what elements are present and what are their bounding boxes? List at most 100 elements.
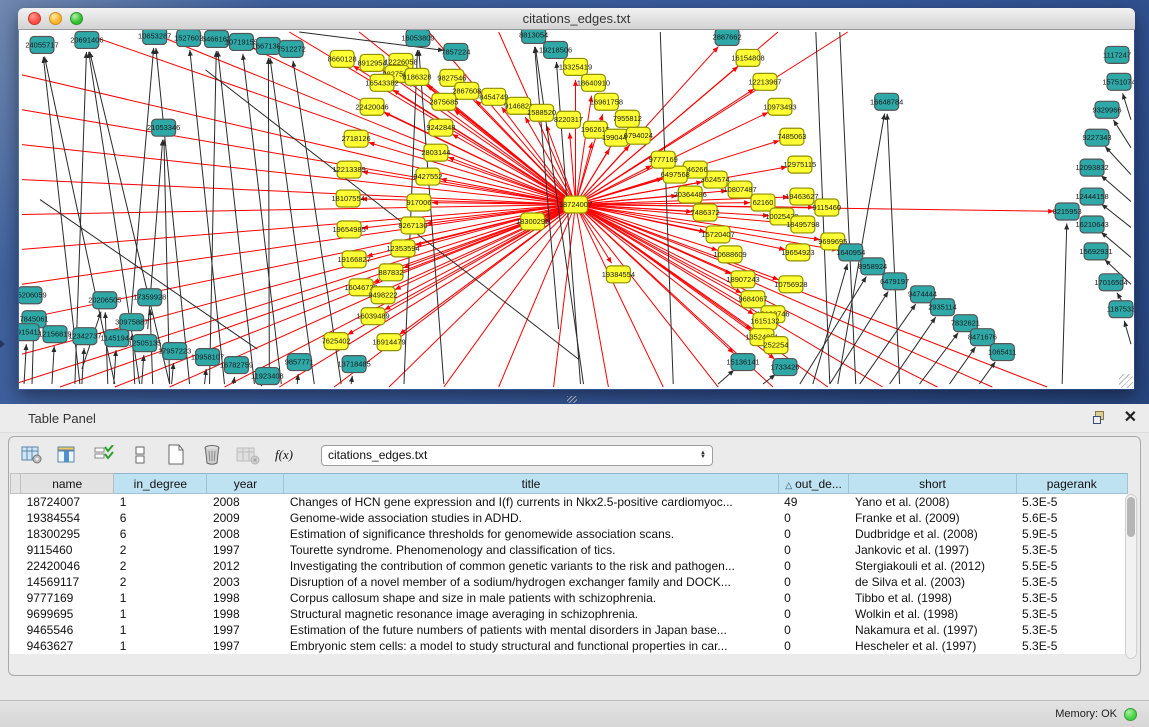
column-header-year[interactable]: year [207, 474, 284, 494]
network-node-2875685[interactable]: 2875685 [429, 93, 458, 110]
network-node-30975887[interactable]: 30975887 [115, 314, 148, 331]
network-node-9498222[interactable]: 9498222 [368, 287, 397, 304]
trash-icon[interactable] [199, 443, 225, 467]
table-source-select[interactable]: citations_edges.txt ▲▼ [321, 445, 713, 466]
table-row[interactable]: 1456911722003Disruption of a novel membe… [11, 574, 1128, 590]
network-node-17957223[interactable]: 17957223 [158, 343, 191, 360]
column-header-pagerank[interactable]: pagerank [1016, 474, 1127, 494]
network-node-16961758[interactable]: 16961758 [590, 93, 623, 110]
network-node-9427552[interactable]: 9427552 [413, 168, 442, 185]
table-row[interactable]: 1938455462009Genome-wide association stu… [11, 510, 1128, 526]
network-node-252254[interactable]: 252254 [763, 337, 788, 354]
network-node-16782759[interactable]: 16782759 [220, 357, 253, 374]
network-node-7625402[interactable]: 7625402 [322, 333, 351, 350]
network-node-8186328[interactable]: 8186328 [402, 68, 431, 85]
network-node-1117247[interactable]: 1117247 [1103, 46, 1131, 63]
table-row[interactable]: 911546021997Tourette syndrome. Phenomeno… [11, 542, 1128, 558]
network-node-8471676[interactable]: 8471676 [968, 329, 997, 346]
column-header-short[interactable]: short [849, 474, 1016, 494]
network-node-18724007[interactable]: 18724007 [559, 196, 592, 213]
network-node-1527602[interactable]: 1527602 [174, 30, 203, 46]
network-node-12213967[interactable]: 12213967 [748, 73, 781, 90]
network-node-917006[interactable]: 917006 [406, 194, 431, 211]
network-node-7486372[interactable]: 7486372 [691, 204, 720, 221]
network-node-12353594[interactable]: 12353594 [386, 240, 419, 257]
network-node-19166827[interactable]: 19166827 [338, 251, 371, 268]
network-node-16914479[interactable]: 16914479 [372, 334, 405, 351]
network-node-12093832[interactable]: 12093832 [1075, 159, 1108, 176]
table-row[interactable]: 1830029562008Estimation of significance … [11, 526, 1128, 542]
network-node-12975115[interactable]: 12975115 [784, 156, 817, 173]
network-node-18107554[interactable]: 18107554 [332, 190, 365, 207]
float-panel-icon[interactable] [1093, 411, 1108, 426]
column-header-title[interactable]: title [284, 474, 778, 494]
network-node-1640954[interactable]: 1640954 [836, 244, 865, 261]
network-node-18495798[interactable]: 18495798 [786, 216, 819, 233]
table-row[interactable]: 969969511998Structural magnetic resonanc… [11, 606, 1128, 622]
splitter-grip[interactable] [567, 396, 577, 403]
network-node-15751074[interactable]: 15751074 [1102, 73, 1134, 90]
network-node-15720407[interactable]: 15720407 [701, 226, 734, 243]
network-node-6479197[interactable]: 6479197 [880, 273, 909, 290]
network-node-1588520[interactable]: 1588520 [527, 104, 556, 121]
network-node-9684067[interactable]: 9684067 [738, 291, 767, 308]
network-node-9857771[interactable]: 9857771 [285, 354, 314, 371]
network-node-8958924[interactable]: 8958924 [858, 258, 887, 275]
network-node-16039489[interactable]: 16039489 [356, 308, 389, 325]
network-node-13718485[interactable]: 13718485 [338, 356, 371, 373]
network-window-titlebar[interactable]: citations_edges.txt [18, 8, 1135, 30]
network-node-10973493[interactable]: 10973493 [763, 98, 796, 115]
network-node-8220317[interactable]: 8220317 [554, 111, 583, 128]
resize-grip-icon[interactable] [1119, 374, 1133, 388]
network-node-9115460[interactable]: 9115460 [813, 199, 842, 216]
network-node-22420046[interactable]: 22420046 [355, 98, 388, 115]
network-node-1733426[interactable]: 1733426 [770, 359, 799, 376]
network-node-1615132[interactable]: 1615132 [750, 313, 779, 330]
network-node-17016504[interactable]: 17016504 [1094, 274, 1127, 291]
network-node-18300295[interactable]: 18300295 [516, 213, 549, 230]
network-node-8660128[interactable]: 8660128 [328, 50, 357, 67]
network-node-2887662[interactable]: 2887662 [713, 30, 742, 45]
network-node-10653287[interactable]: 10653287 [138, 30, 171, 44]
network-node-20691406[interactable]: 20691406 [70, 31, 103, 48]
network-node-7857224[interactable]: 7857224 [441, 43, 470, 60]
column-header-name[interactable]: name [21, 474, 114, 494]
network-node-9227343[interactable]: 9227343 [1083, 129, 1112, 146]
column-edit-icon[interactable] [55, 443, 81, 467]
network-node-10756928[interactable]: 10756928 [774, 276, 807, 293]
scrollbar-thumb[interactable] [1127, 497, 1135, 537]
network-node-2718126[interactable]: 2718126 [342, 130, 371, 147]
select-rows-icon[interactable] [91, 443, 117, 467]
network-node-16053809[interactable]: 16053809 [401, 30, 434, 46]
network-node-7955812[interactable]: 7955812 [613, 110, 642, 127]
network-node-8215953[interactable]: 8215953 [1053, 203, 1082, 220]
network-node-19654985[interactable]: 19654985 [333, 221, 366, 238]
table-row[interactable]: 2242004622012Investigating the contribut… [11, 558, 1128, 574]
network-node-8267130[interactable]: 8267130 [398, 217, 427, 234]
network-node-20364486[interactable]: 20364486 [674, 186, 707, 203]
network-node-12213389[interactable]: 12213389 [333, 161, 366, 178]
network-node-25206059[interactable]: 25206059 [19, 287, 47, 304]
network-node-12444158[interactable]: 12444158 [1075, 188, 1108, 205]
network-node-8813054[interactable]: 8813054 [519, 30, 548, 43]
network-node-1065411[interactable]: 1065411 [988, 344, 1017, 361]
network-node-2935114[interactable]: 2935114 [928, 299, 957, 316]
network-node-12505135[interactable]: 12505135 [128, 335, 161, 352]
network-node-13325419[interactable]: 13325419 [559, 58, 592, 75]
network-node-7485063[interactable]: 7485063 [777, 128, 806, 145]
table-settings-icon[interactable] [19, 443, 45, 467]
vertical-scrollbar[interactable] [1125, 494, 1137, 659]
network-node-18640910[interactable]: 18640910 [577, 74, 610, 91]
network-node-12342737[interactable]: 12342737 [68, 328, 101, 345]
network-node-16210643[interactable]: 16210643 [1075, 216, 1108, 233]
network-canvas[interactable]: 1872400786601288912954122260589827503165… [19, 30, 1134, 389]
network-node-10688609[interactable]: 10688609 [713, 246, 746, 263]
network-node-16543382[interactable]: 16543382 [365, 74, 398, 91]
network-node-16154808[interactable]: 16154808 [731, 49, 764, 66]
network-node-887832[interactable]: 887832 [379, 264, 404, 281]
column-header-out_de[interactable]: △out_de... [778, 474, 849, 494]
network-node-20206505[interactable]: 20206505 [88, 292, 121, 309]
network-node-17359928[interactable]: 17359928 [133, 289, 166, 306]
network-node-2803144[interactable]: 2803144 [421, 144, 450, 161]
network-node-11923408[interactable]: 11923408 [251, 368, 284, 385]
